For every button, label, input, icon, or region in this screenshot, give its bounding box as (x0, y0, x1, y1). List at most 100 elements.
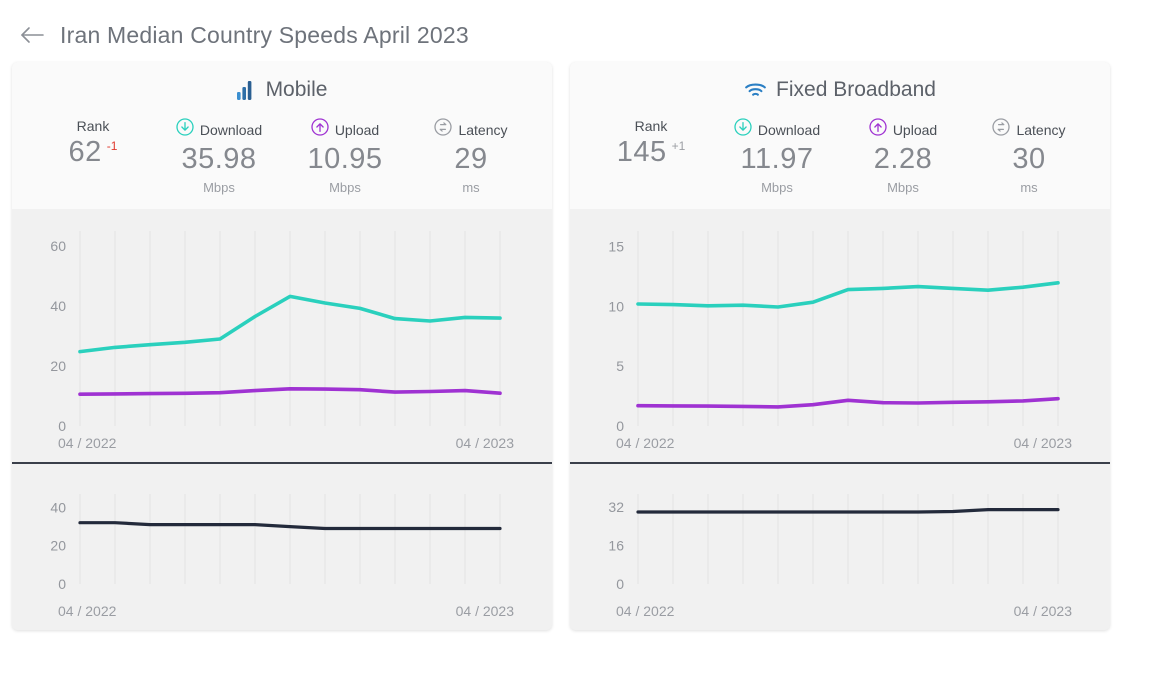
svg-text:60: 60 (50, 238, 66, 254)
metric-download: Download 35.98 Mbps (173, 118, 265, 195)
metric-upload-label: Upload (892, 121, 938, 138)
metric-download: Download 11.97 Mbps (731, 118, 823, 195)
metric-latency-value: 30 (1012, 143, 1046, 175)
metric-upload-value-row: 2.28 (874, 145, 932, 174)
metric-upload-value-row: 10.95 (307, 145, 382, 174)
svg-text:40: 40 (50, 298, 66, 314)
svg-text:04 / 2022: 04 / 2022 (58, 603, 117, 619)
metric-latency-value: 29 (454, 143, 488, 175)
cards-container: Mobile Rank 62 -1 Download 35.98 Mbps Up… (0, 56, 1160, 630)
metric-upload: Upload 2.28 Mbps (857, 118, 949, 195)
card-mobile-title-row: Mobile (12, 78, 552, 102)
arrow-left-icon[interactable] (18, 21, 46, 49)
metric-rank-label-row: Rank (635, 118, 668, 134)
metric-download-value: 11.97 (740, 143, 814, 175)
metric-rank-label: Rank (634, 118, 668, 134)
metric-upload-label-row: Upload (869, 118, 937, 141)
svg-text:04 / 2022: 04 / 2022 (58, 435, 117, 451)
upload-icon (869, 118, 887, 141)
metric-rank-delta: -1 (106, 139, 118, 153)
metric-latency: Latency 29 ms (425, 118, 517, 195)
metric-upload: Upload 10.95 Mbps (299, 118, 391, 195)
metric-upload-label: Upload (334, 121, 380, 138)
metric-download-value: 35.98 (181, 143, 257, 175)
wifi-icon (744, 81, 767, 99)
download-icon (734, 118, 752, 141)
card-mobile-metrics: Rank 62 -1 Download 35.98 Mbps Upload 10… (12, 118, 552, 195)
metric-download-label-row: Download (734, 118, 820, 141)
card-mobile: Mobile Rank 62 -1 Download 35.98 Mbps Up… (12, 62, 552, 630)
metric-download-value-row: 11.97 (741, 145, 814, 174)
metric-latency-label: Latency (1016, 121, 1066, 138)
metric-latency-label-row: Latency (992, 118, 1066, 141)
metric-rank-label-row: Rank (77, 118, 110, 134)
svg-text:40: 40 (50, 499, 66, 515)
metric-upload-label-row: Upload (311, 118, 379, 141)
metric-upload-unit: Mbps (887, 180, 919, 195)
svg-text:0: 0 (616, 576, 624, 592)
chart-mobile-latency-svg: 0 20 40 04 / 2022 04 / 2023 (50, 494, 515, 619)
svg-text:15: 15 (608, 239, 624, 255)
chart-fixed-broadband-latency-svg: 0 16 32 04 / 2022 04 / 2023 (608, 494, 1073, 619)
download-icon (176, 118, 194, 141)
card-mobile-header: Mobile Rank 62 -1 Download 35.98 Mbps Up… (12, 62, 552, 209)
svg-text:04 / 2022: 04 / 2022 (616, 603, 675, 619)
svg-text:04 / 2022: 04 / 2022 (616, 435, 675, 451)
metric-upload-unit: Mbps (329, 180, 361, 195)
chart-fixed-broadband-speed-svg: 0 5 10 15 04 / 2022 04 / 2023 (608, 231, 1073, 451)
metric-download-unit: Mbps (203, 180, 235, 195)
chart-fixed-broadband-speed: 0 5 10 15 04 / 2022 04 / 2023 (570, 209, 1110, 462)
metric-latency-value-row: 29 (454, 145, 487, 174)
page-header: Iran Median Country Speeds April 2023 (0, 0, 1160, 56)
chart-mobile-speed-svg: 0 20 40 60 04 / 2022 04 / 2023 (50, 231, 515, 451)
card-fixed-broadband-header: Fixed Broadband Rank 145 +1 Download 11.… (570, 62, 1110, 209)
svg-text:0: 0 (58, 576, 66, 592)
chart-fixed-broadband-latency: 0 16 32 04 / 2022 04 / 2023 (570, 462, 1110, 630)
svg-text:5: 5 (616, 358, 624, 374)
upload-icon (311, 118, 329, 141)
metric-rank-value: 145 (616, 136, 667, 168)
metric-upload-value: 2.28 (873, 143, 933, 175)
latency-icon (434, 118, 453, 141)
svg-text:32: 32 (608, 499, 624, 515)
metric-download-label: Download (757, 121, 821, 138)
card-fixed-broadband-metrics: Rank 145 +1 Download 11.97 Mbps Upload 2… (570, 118, 1110, 195)
metric-download-label-row: Download (176, 118, 262, 141)
chart-mobile-speed: 0 20 40 60 04 / 2022 04 / 2023 (12, 209, 552, 462)
metric-rank-value: 62 (68, 136, 102, 168)
svg-text:04 / 2023: 04 / 2023 (456, 603, 515, 619)
latency-icon (992, 118, 1011, 141)
card-mobile-title: Mobile (265, 78, 328, 101)
metric-download-value-row: 35.98 (181, 145, 256, 174)
metric-latency-label-row: Latency (434, 118, 508, 141)
chart-mobile-latency: 0 20 40 04 / 2022 04 / 2023 (12, 462, 552, 630)
metric-latency-unit: ms (1020, 180, 1038, 195)
metric-rank-value-row: 62 -1 (69, 138, 118, 167)
svg-text:20: 20 (50, 538, 66, 554)
metric-rank: Rank 62 -1 (47, 118, 139, 173)
card-fixed-broadband-title: Fixed Broadband (776, 78, 936, 101)
svg-text:20: 20 (50, 358, 66, 374)
metric-upload-value: 10.95 (307, 143, 383, 175)
svg-text:04 / 2023: 04 / 2023 (456, 435, 515, 451)
svg-text:0: 0 (616, 418, 624, 434)
svg-text:0: 0 (58, 418, 66, 434)
metric-latency-unit: ms (462, 180, 480, 195)
metric-download-label: Download (199, 121, 263, 138)
metric-download-unit: Mbps (761, 180, 793, 195)
card-fixed-broadband-title-row: Fixed Broadband (570, 78, 1110, 102)
page-title: Iran Median Country Speeds April 2023 (60, 21, 469, 48)
svg-text:04 / 2023: 04 / 2023 (1014, 603, 1073, 619)
signal-bars-icon (236, 80, 257, 100)
metric-rank-delta: +1 (671, 139, 686, 153)
card-fixed-broadband: Fixed Broadband Rank 145 +1 Download 11.… (570, 62, 1110, 630)
metric-rank: Rank 145 +1 (605, 118, 697, 173)
svg-text:16: 16 (608, 538, 624, 554)
svg-text:10: 10 (608, 298, 624, 314)
metric-latency-value-row: 30 (1012, 145, 1045, 174)
metric-rank-value-row: 145 +1 (617, 138, 686, 167)
metric-latency-label: Latency (458, 121, 508, 138)
metric-rank-label: Rank (76, 118, 110, 134)
svg-text:04 / 2023: 04 / 2023 (1014, 435, 1073, 451)
metric-latency: Latency 30 ms (983, 118, 1075, 195)
